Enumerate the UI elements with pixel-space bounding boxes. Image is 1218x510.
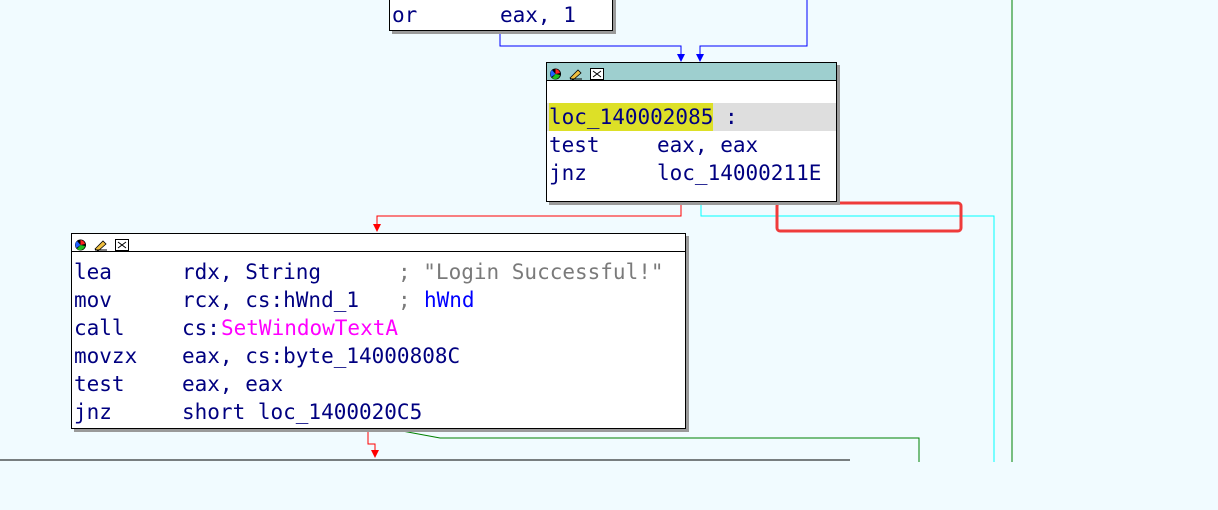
arrow-red-login-false — [371, 450, 379, 458]
operands: eax, eax — [657, 133, 759, 157]
mnemonic: lea — [74, 260, 112, 284]
code-block-loc-140002085[interactable]: loc_140002085 : test eax, eax jnz loc_14… — [546, 62, 837, 202]
instruction-line[interactable]: test eax, eax — [72, 370, 685, 398]
operands: rdx, String — [182, 260, 322, 284]
edge-green-login-true — [385, 427, 920, 462]
mnemonic: test — [74, 372, 125, 396]
location-label[interactable]: loc_140002085 — [549, 103, 714, 131]
arrow-red-false — [373, 224, 381, 232]
instruction-line[interactable]: movzx eax, cs:byte_14000808C — [72, 342, 685, 370]
operands: eax, 1 — [500, 3, 576, 27]
instruction-line[interactable]: test eax, eax — [547, 131, 836, 159]
label-colon: : — [725, 105, 738, 129]
jump-target[interactable]: loc_14000211E — [657, 159, 821, 187]
instruction-line[interactable]: lea rdx, String ; "Login Successful!" — [72, 258, 685, 286]
mnemonic: jnz — [74, 400, 112, 424]
block-header[interactable] — [72, 234, 685, 252]
code-block-login-successful[interactable]: lea rdx, String ; "Login Successful!" mo… — [71, 233, 686, 429]
operands: eax, cs:byte_14000808C — [182, 344, 461, 368]
mnemonic: movzx — [74, 344, 138, 368]
mnemonic: mov — [74, 288, 112, 312]
instruction-line[interactable]: jnz short loc_1400020C5 — [72, 398, 685, 426]
color-icon[interactable] — [549, 65, 562, 80]
edge-cyan-true — [700, 201, 995, 462]
instruction-line[interactable]: mov rcx, cs:hWnd_1 ; hWnd — [72, 286, 685, 314]
mnemonic: or — [392, 3, 418, 27]
annotation-box — [775, 201, 963, 233]
graph-icon[interactable] — [590, 65, 604, 80]
edge-blue-right — [699, 0, 808, 58]
top-instruction-line[interactable]: or eax, 1 — [390, 1, 612, 29]
operands: rcx, cs:hWnd_1 — [182, 288, 360, 312]
arrow-blue-left — [677, 54, 685, 62]
comment-name: hWnd — [424, 288, 475, 312]
label-line[interactable]: loc_140002085 : — [547, 103, 836, 131]
edge-red-false — [376, 201, 682, 228]
operand-prefix: cs: — [182, 316, 220, 340]
operands: eax, eax — [182, 372, 284, 396]
color-icon[interactable] — [74, 236, 87, 251]
mnemonic: jnz — [549, 161, 587, 185]
comment-prefix: ; — [398, 288, 424, 312]
api-name[interactable]: SetWindowTextA — [221, 314, 398, 342]
graph-icon[interactable] — [115, 236, 129, 251]
jump-target[interactable]: short loc_1400020C5 — [182, 398, 422, 426]
block-header[interactable] — [547, 63, 836, 81]
string-comment: ; "Login Successful!" — [398, 260, 664, 284]
edge-blue-left — [499, 30, 682, 58]
mnemonic: call — [74, 316, 125, 340]
top-code-block[interactable]: or eax, 1 — [389, 0, 613, 31]
instruction-line[interactable]: jnz loc_14000211E — [547, 159, 836, 187]
rename-icon[interactable] — [569, 65, 582, 81]
arrow-blue-right — [696, 54, 704, 62]
mnemonic: test — [549, 133, 600, 157]
rename-icon[interactable] — [94, 236, 107, 252]
instruction-line[interactable]: call cs: SetWindowTextA — [72, 314, 685, 342]
